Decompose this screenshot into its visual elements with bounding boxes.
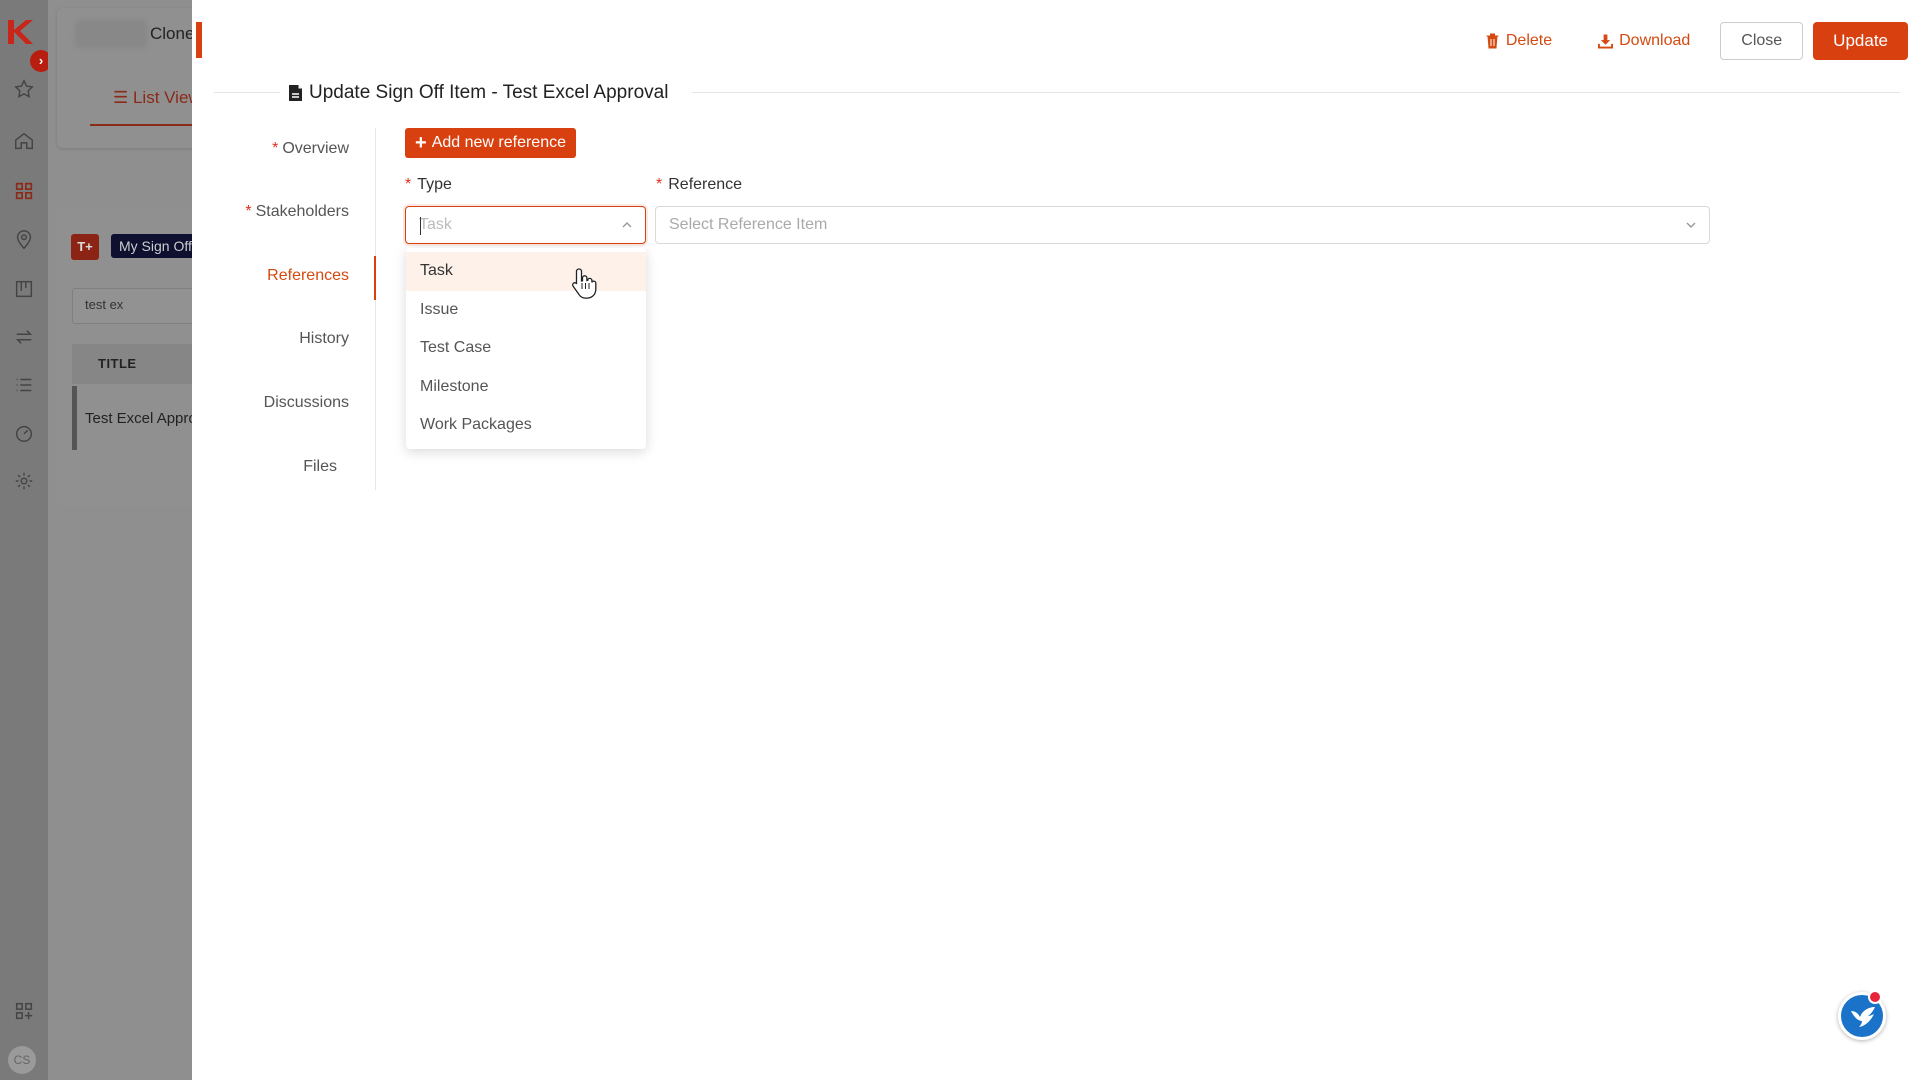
apps-icon[interactable] — [13, 1000, 35, 1022]
tab-label: References — [267, 267, 349, 284]
reference-placeholder: Select Reference Item — [669, 216, 828, 233]
drawer-title-row: Update Sign Off Item - Test Excel Approv… — [214, 82, 1900, 104]
header-actions: Delete Download Close Update — [1485, 22, 1908, 60]
tab-stakeholders[interactable]: * Stakeholders — [245, 203, 349, 221]
update-button[interactable]: Update — [1813, 22, 1908, 60]
required-mark: * — [272, 140, 279, 157]
background-title-column: TITLE — [72, 344, 202, 384]
required-mark: * — [245, 203, 252, 220]
side-tabs: * Overview * Stakeholders References Histo… — [214, 128, 376, 490]
active-tab-indicator — [374, 256, 376, 300]
background-my-sign-off: My Sign Off — [111, 234, 201, 258]
add-reference-label: Add new reference — [431, 134, 566, 151]
type-dropdown-menu: Task Issue Test Case Milestone Work Pack… — [406, 248, 646, 449]
dropdown-option-work-packages[interactable]: Work Packages — [406, 406, 646, 445]
dropdown-option-test-case[interactable]: Test Case — [406, 329, 646, 368]
reference-label-text: Reference — [668, 176, 743, 193]
settings-icon[interactable] — [13, 470, 35, 492]
required-mark: * — [656, 176, 663, 193]
plus-icon: + — [415, 132, 427, 154]
tab-discussions[interactable]: Discussions — [264, 394, 349, 412]
tab-label: History — [299, 330, 349, 347]
notification-dot — [1868, 990, 1882, 1004]
background-list-view-tab: ☰ List View — [113, 88, 201, 107]
tab-label: Overview — [282, 140, 349, 157]
tab-label: Discussions — [263, 394, 349, 411]
board-icon[interactable] — [13, 278, 35, 300]
grid-icon[interactable] — [13, 180, 35, 202]
required-mark: * — [405, 176, 412, 193]
dropdown-option-task[interactable]: Task — [406, 252, 646, 291]
update-sign-off-drawer — [192, 0, 1920, 1080]
type-select[interactable] — [405, 206, 646, 244]
reference-select[interactable]: Select Reference Item — [655, 206, 1710, 244]
title-divider-left — [214, 92, 280, 93]
add-new-reference-button[interactable]: + Add new reference — [405, 128, 576, 158]
delete-label: Delete — [1505, 32, 1553, 49]
tab-overview[interactable]: * Overview — [272, 140, 349, 158]
download-label: Download — [1619, 32, 1691, 49]
hand-pointer-icon — [572, 268, 597, 299]
chevron-up-icon — [622, 222, 632, 228]
user-avatar[interactable]: CS — [8, 1046, 36, 1074]
drawer-title: Update Sign Off Item - Test Excel Approv… — [288, 82, 668, 104]
location-icon[interactable] — [13, 229, 35, 251]
home-icon[interactable] — [13, 130, 35, 152]
background-add-badge: T+ — [71, 234, 99, 260]
tab-files[interactable]: Files — [303, 458, 337, 476]
download-icon — [1598, 34, 1614, 49]
trash-icon — [1486, 33, 1499, 49]
background-clone-text: Clone — [150, 24, 195, 43]
delete-button[interactable]: Delete — [1485, 32, 1552, 50]
dropdown-option-issue[interactable]: Issue — [406, 291, 646, 330]
download-button[interactable]: Download — [1598, 32, 1690, 50]
drawer-title-text: Update Sign Off Item - Test Excel Approv… — [309, 82, 669, 103]
dashboard-icon[interactable] — [13, 422, 35, 444]
document-icon — [289, 85, 302, 101]
app-rail: › CS — [0, 0, 52, 1080]
background-tab-underline — [90, 124, 200, 126]
drawer-accent-bar — [196, 22, 202, 58]
background-search-input: test ex — [72, 288, 202, 324]
type-label-text: Type — [417, 176, 452, 193]
reference-label: * Reference — [656, 176, 742, 194]
close-button[interactable]: Close — [1720, 22, 1804, 60]
tab-history[interactable]: History — [299, 330, 349, 348]
list-icon[interactable] — [13, 374, 35, 396]
tab-label: Stakeholders — [255, 203, 349, 220]
tab-label: Files — [303, 458, 337, 475]
title-divider-right — [692, 92, 1900, 93]
star-icon[interactable] — [13, 78, 35, 100]
background-table-row: Test Excel Approval — [72, 386, 202, 450]
chevron-down-icon — [1686, 222, 1696, 228]
list-view-label: List View — [132, 88, 201, 107]
type-search-input[interactable] — [419, 216, 632, 234]
background-page — [48, 0, 192, 1080]
dropdown-option-milestone[interactable]: Milestone — [406, 368, 646, 407]
text-cursor — [420, 217, 421, 235]
tab-references[interactable]: References — [267, 267, 349, 285]
chat-bird-icon — [1851, 1007, 1875, 1027]
app-logo-icon[interactable] — [6, 18, 34, 46]
type-label: * Type — [405, 176, 452, 194]
transfer-icon[interactable] — [13, 326, 35, 348]
blurred-project-name — [75, 20, 147, 48]
